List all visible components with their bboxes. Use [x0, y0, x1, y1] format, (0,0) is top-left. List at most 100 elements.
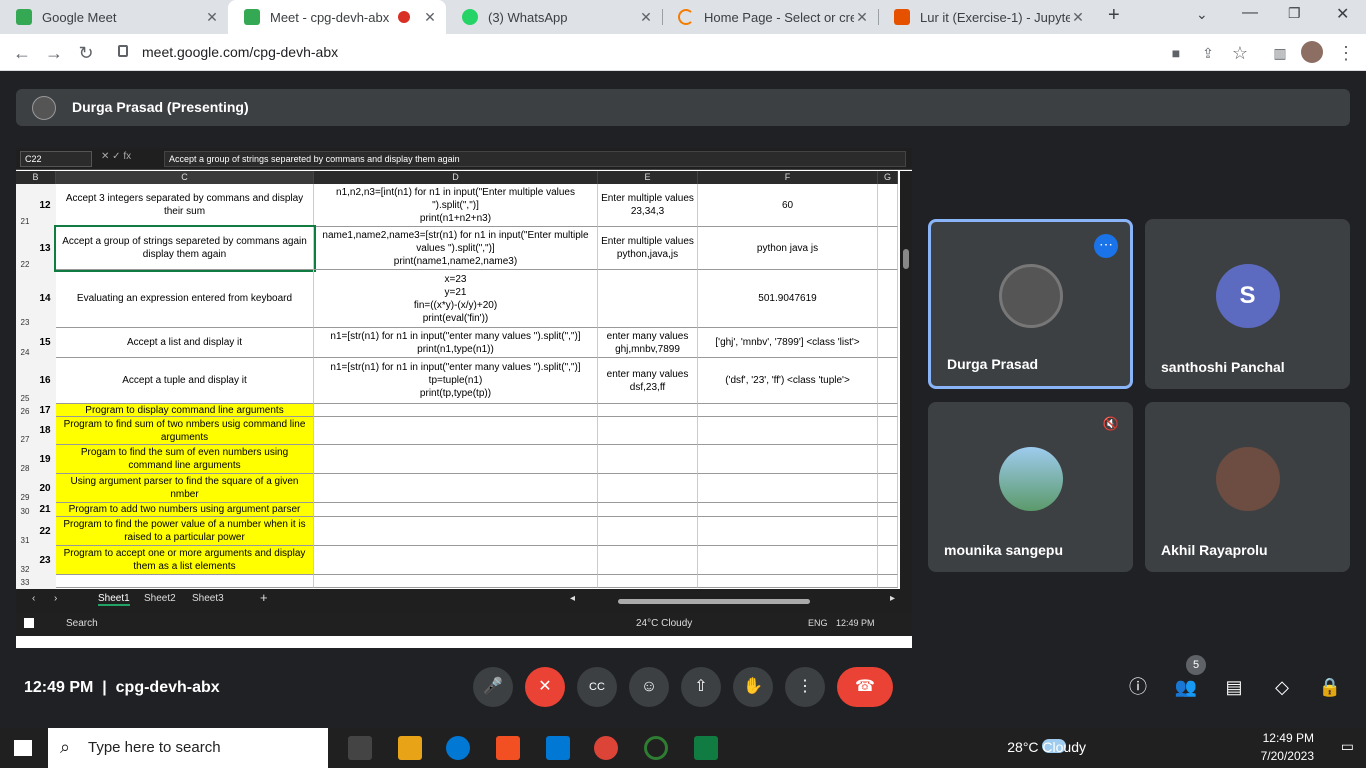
mic-button[interactable]: 🎤 — [473, 667, 513, 707]
cell-g[interactable] — [878, 517, 898, 546]
cell-f[interactable] — [698, 517, 878, 546]
cell-d[interactable] — [314, 404, 598, 417]
col-header-f[interactable]: F — [698, 171, 878, 184]
cell-c[interactable]: Program to display command line argument… — [56, 404, 314, 417]
cell-e[interactable] — [598, 445, 698, 474]
more-options-icon[interactable]: ⋯ — [1094, 234, 1118, 258]
windows-start-icon[interactable] — [14, 740, 32, 756]
cell-g[interactable] — [878, 474, 898, 503]
cell-d[interactable]: n1,n2,n3=[int(n1) for n1 in input("Enter… — [314, 184, 598, 227]
row-number[interactable]: 21 — [16, 217, 34, 226]
chrome-icon[interactable] — [594, 736, 618, 760]
cell-c[interactable]: Using argument parser to find the square… — [56, 474, 314, 503]
cell-c[interactable]: Program to add two numbers using argumen… — [56, 503, 314, 517]
more-options-button[interactable]: ⋮ — [785, 667, 825, 707]
cell-d[interactable]: n1=[str(n1) for n1 in input("enter many … — [314, 328, 598, 358]
cell-f[interactable] — [698, 503, 878, 517]
host-controls-icon[interactable]: 🔒 — [1318, 675, 1342, 699]
col-header-e[interactable]: E — [598, 171, 698, 184]
bookmark-star-icon[interactable]: ☆ — [1228, 41, 1252, 65]
cell-e[interactable] — [598, 517, 698, 546]
cell-e[interactable] — [598, 575, 698, 588]
cell-c[interactable]: Accept a group of strings separeted by c… — [54, 225, 316, 272]
new-tab-button[interactable]: + — [1108, 4, 1120, 27]
row-number[interactable]: 32 — [16, 565, 34, 574]
cell-g[interactable] — [878, 503, 898, 517]
vertical-scrollbar[interactable] — [900, 171, 912, 589]
cell-g[interactable] — [878, 328, 898, 358]
cell-e[interactable] — [598, 270, 698, 328]
participant-tile[interactable]: 🔇 mounika sangepu — [928, 402, 1133, 572]
cell-d[interactable] — [314, 517, 598, 546]
cell-f[interactable]: ('dsf', '23', 'ff') <class 'tuple'> — [698, 358, 878, 404]
cell-c[interactable]: Accept a tuple and display it — [56, 358, 314, 404]
row-number[interactable]: 22 — [16, 260, 34, 269]
cell-g[interactable] — [878, 445, 898, 474]
cell-c[interactable] — [56, 575, 314, 588]
cell-f[interactable]: 501.9047619 — [698, 270, 878, 328]
row-number[interactable]: 29 — [16, 493, 34, 502]
row-number[interactable]: 28 — [16, 464, 34, 473]
present-button[interactable]: ⇧ — [681, 667, 721, 707]
participant-tile[interactable]: ⋯ Durga Prasad — [928, 219, 1133, 389]
scroll-thumb[interactable] — [903, 249, 909, 269]
tab-google-meet[interactable]: Google Meet ✕ — [0, 0, 228, 34]
cell-c[interactable]: Evaluating an expression entered from ke… — [56, 270, 314, 328]
row-number[interactable]: 31 — [16, 536, 34, 545]
cell-e[interactable]: Enter multiple values python,java,js — [598, 227, 698, 270]
cell-f[interactable] — [698, 474, 878, 503]
emoji-button[interactable]: ☺ — [629, 667, 669, 707]
chat-icon[interactable]: ▤ — [1222, 675, 1246, 699]
cell-f[interactable] — [698, 404, 878, 417]
info-icon[interactable]: ⓘ — [1126, 675, 1150, 699]
captions-button[interactable]: CC — [577, 667, 617, 707]
horizontal-scroll-thumb[interactable] — [618, 599, 810, 604]
task-view-icon[interactable] — [348, 736, 372, 760]
col-header-b[interactable]: B — [16, 171, 56, 184]
side-panel-icon[interactable]: ▥ — [1268, 41, 1292, 65]
row-number[interactable]: 27 — [16, 435, 34, 444]
url-field[interactable]: meet.google.com/cpg-devh-abx — [142, 38, 1282, 66]
file-explorer-icon[interactable] — [398, 736, 422, 760]
cell-d[interactable]: n1=[str(n1) for n1 in input("enter many … — [314, 358, 598, 404]
row-number[interactable]: 33 — [16, 578, 34, 587]
cell-d[interactable]: name1,name2,name3=[str(n1) for n1 in inp… — [314, 227, 598, 270]
raise-hand-button[interactable]: ✋ — [733, 667, 773, 707]
cell-c[interactable]: Accept 3 integers separated by commans a… — [56, 184, 314, 227]
nav-right-icon[interactable]: › — [54, 593, 57, 604]
cell-e[interactable] — [598, 474, 698, 503]
taskbar-search-input[interactable]: Type here to search — [48, 728, 328, 768]
maximize-button[interactable]: ❐ — [1288, 5, 1301, 22]
cell-d[interactable] — [314, 417, 598, 445]
cell-g[interactable] — [878, 575, 898, 588]
row-number[interactable]: 26 — [16, 407, 34, 416]
cell-c[interactable]: Program to find the power value of a num… — [56, 517, 314, 546]
excel-icon[interactable] — [694, 736, 718, 760]
cell-c[interactable]: Program to find sum of two nmbers usig c… — [56, 417, 314, 445]
cell-c[interactable]: Progam to find the sum of even numbers u… — [56, 445, 314, 474]
camera-icon[interactable]: ■ — [1164, 41, 1188, 65]
cell-c[interactable]: Accept a list and display it — [56, 328, 314, 358]
camera-off-button[interactable]: ✕ — [525, 667, 565, 707]
close-icon[interactable]: ✕ — [638, 9, 654, 26]
reload-button[interactable]: ↻ — [74, 41, 98, 65]
cell-f[interactable] — [698, 546, 878, 575]
cell-f[interactable] — [698, 417, 878, 445]
cell-e[interactable]: enter many values ghj,mnbv,7899 — [598, 328, 698, 358]
mail-icon[interactable] — [546, 736, 570, 760]
cell-d[interactable] — [314, 445, 598, 474]
close-icon[interactable]: ✕ — [204, 9, 220, 26]
cell-f[interactable] — [698, 575, 878, 588]
window-close-button[interactable]: ✕ — [1336, 4, 1349, 24]
tab-whatsapp[interactable]: (3) WhatsApp ✕ — [446, 0, 662, 34]
row-number[interactable]: 24 — [16, 348, 34, 357]
participant-tile[interactable]: Akhil Rayaprolu — [1145, 402, 1350, 572]
cell-d[interactable]: x=23 y=21 fin=((x*y)-(x/y)+20) print(eval('… — [314, 270, 598, 328]
clock-time[interactable]: 12:49 PM — [1263, 731, 1314, 745]
edge-icon[interactable] — [446, 736, 470, 760]
cell-e[interactable] — [598, 503, 698, 517]
tab-jupyter[interactable]: Lur it (Exercise-1) - Jupyter N ✕ — [878, 0, 1094, 34]
row-number[interactable]: 25 — [16, 394, 34, 403]
add-sheet-button[interactable]: + — [260, 590, 268, 605]
row-number[interactable]: 23 — [16, 318, 34, 327]
